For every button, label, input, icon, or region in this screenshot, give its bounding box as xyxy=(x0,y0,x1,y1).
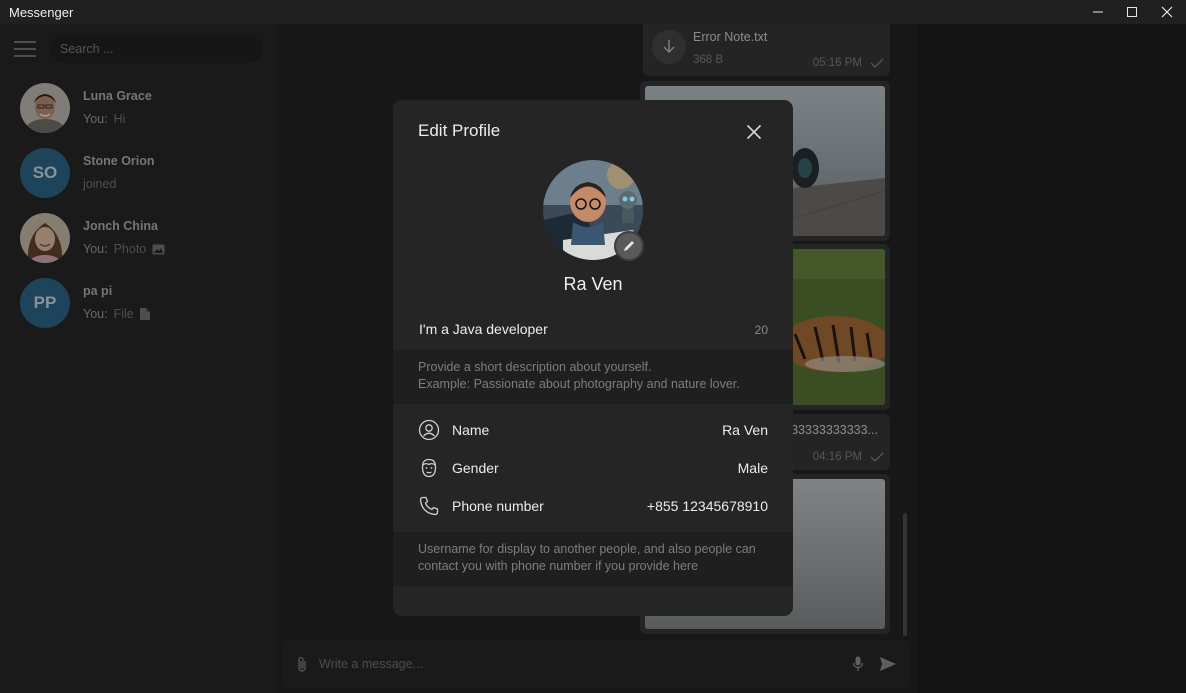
pencil-icon xyxy=(624,241,634,251)
phone-field-row[interactable]: Phone number +855 12345678910 xyxy=(393,487,793,525)
field-label: Gender xyxy=(452,460,499,476)
edit-profile-dialog: Edit Profile Ra Ven I'm a Java developer… xyxy=(393,100,793,616)
contact-info-hint: Username for display to another people, … xyxy=(393,532,793,586)
minimize-button[interactable] xyxy=(1081,0,1115,24)
maximize-icon xyxy=(1127,7,1137,17)
bio-input[interactable]: I'm a Java developer xyxy=(419,321,548,337)
name-field-row[interactable]: Name Ra Ven xyxy=(393,411,793,449)
minimize-icon xyxy=(1093,11,1103,13)
user-circle-icon xyxy=(418,419,440,441)
dialog-title: Edit Profile xyxy=(418,121,501,140)
bio-hint: Provide a short description about yourse… xyxy=(393,350,793,404)
profile-name: Ra Ven xyxy=(563,274,623,294)
app-title: Messenger xyxy=(9,5,74,20)
field-label: Phone number xyxy=(452,498,544,514)
field-value: +855 12345678910 xyxy=(646,498,768,514)
close-dialog-button[interactable] xyxy=(742,120,766,144)
face-icon xyxy=(421,458,437,478)
field-value: Ra Ven xyxy=(722,422,768,438)
close-icon xyxy=(1161,6,1173,18)
close-icon xyxy=(746,124,762,140)
bio-character-counter: 20 xyxy=(754,323,768,337)
maximize-button[interactable] xyxy=(1115,0,1149,24)
edit-avatar-button[interactable] xyxy=(614,231,644,261)
bio-field[interactable]: I'm a Java developer 20 xyxy=(393,314,793,350)
phone-icon xyxy=(419,496,439,516)
field-label: Name xyxy=(452,422,490,438)
title-bar: Messenger xyxy=(0,0,1186,24)
gender-field-row[interactable]: Gender Male xyxy=(393,449,793,487)
field-value: Male xyxy=(737,460,768,476)
close-window-button[interactable] xyxy=(1150,0,1184,24)
